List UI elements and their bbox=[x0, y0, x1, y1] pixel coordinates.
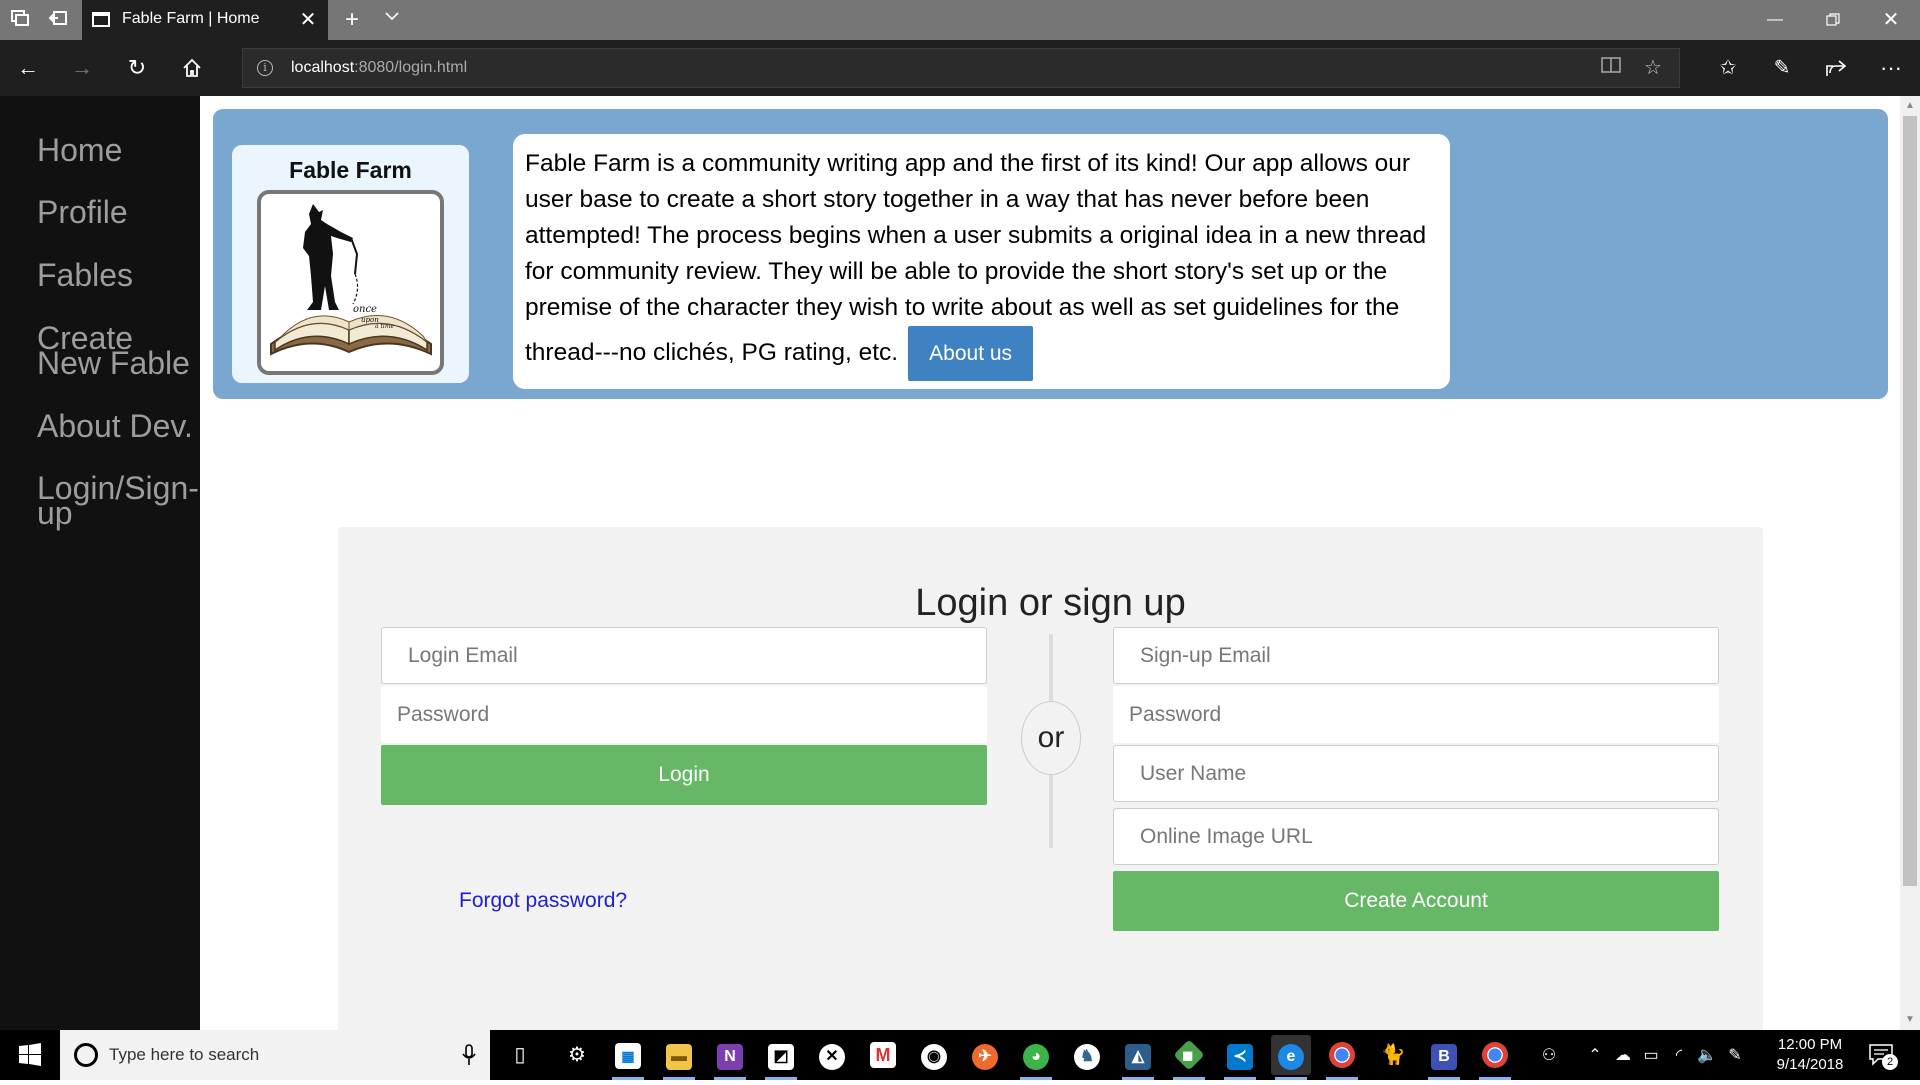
page-scrollbar[interactable]: ▲ ▼ bbox=[1900, 96, 1920, 1030]
login-email-input[interactable] bbox=[381, 627, 987, 684]
mysql-workbench-icon[interactable]: ◭ bbox=[1118, 1035, 1158, 1080]
sidebar-item-login-signup[interactable]: Login/Sign-up bbox=[37, 472, 199, 529]
url-text[interactable]: localhost:8080/login.html bbox=[291, 59, 467, 77]
settings-gear-icon[interactable]: ⚙ bbox=[557, 1035, 597, 1075]
bootstrap-studio-icon[interactable]: B bbox=[1424, 1035, 1464, 1080]
chevron-up-icon[interactable]: ⌃ bbox=[1584, 1045, 1606, 1067]
app-name: Fable Farm bbox=[289, 157, 412, 183]
create-account-button[interactable]: Create Account bbox=[1113, 871, 1719, 931]
clock-date: 9/14/2018 bbox=[1776, 1056, 1844, 1073]
fable-farm-logo: once upon a time bbox=[257, 190, 444, 375]
signup-password-input[interactable] bbox=[1113, 686, 1719, 743]
close-tab-icon[interactable]: ✕ bbox=[296, 8, 320, 32]
browser-title-bar: Fable Farm | Home ✕ + — ✕ bbox=[0, 0, 1920, 40]
battery-icon[interactable]: ▭ bbox=[1640, 1045, 1662, 1067]
signup-email-input[interactable] bbox=[1113, 627, 1719, 684]
xbox-icon[interactable]: ✕ bbox=[812, 1035, 852, 1075]
github-icon[interactable]: ◉ bbox=[914, 1035, 954, 1075]
scroll-down-icon[interactable]: ▼ bbox=[1903, 1013, 1917, 1027]
chrome-icon[interactable] bbox=[1322, 1035, 1362, 1080]
image-url-input[interactable] bbox=[1113, 808, 1719, 865]
or-separator: or bbox=[1021, 701, 1081, 775]
back-icon[interactable]: ← bbox=[12, 52, 44, 84]
page-icon bbox=[92, 12, 110, 27]
reading-view-icon[interactable] bbox=[1599, 56, 1623, 80]
microphone-icon[interactable] bbox=[462, 1044, 476, 1066]
sidebar-item-create-new-fable[interactable]: Create New Fable bbox=[37, 322, 197, 379]
set-tabs-aside-icon[interactable] bbox=[46, 8, 70, 32]
about-us-button[interactable]: About us bbox=[908, 326, 1034, 381]
scroll-up-icon[interactable]: ▲ bbox=[1903, 99, 1917, 113]
sticky-notes-icon[interactable]: ◩ bbox=[761, 1035, 801, 1080]
address-bar[interactable]: i localhost:8080/login.html ☆ bbox=[242, 48, 1680, 88]
chevron-down-icon[interactable] bbox=[380, 8, 404, 32]
login-password-input[interactable] bbox=[381, 686, 987, 743]
notification-count: 2 bbox=[1882, 1054, 1898, 1070]
sidebar-item-fables[interactable]: Fables bbox=[37, 259, 197, 291]
browser-toolbar: ← → ↻ i localhost:8080/login.html ☆ ✩ ✎ … bbox=[0, 40, 1920, 96]
chrome-icon-2[interactable] bbox=[1475, 1035, 1515, 1080]
people-icon[interactable]: ⚇ bbox=[1538, 1045, 1560, 1067]
new-tab-icon[interactable]: + bbox=[340, 8, 364, 32]
auth-heading: Login or sign up bbox=[915, 582, 1186, 624]
sidebar-item-home[interactable]: Home bbox=[37, 134, 197, 166]
pen-workspace-icon[interactable]: ✎ bbox=[1724, 1045, 1746, 1067]
taskbar: Type here to search ▯ ⚙ ▦ ▬ N ◩ ✕ M ◉ ✈ … bbox=[0, 1030, 1920, 1080]
file-explorer-icon[interactable]: ▬ bbox=[659, 1035, 699, 1080]
git-kraken-icon[interactable]: ◆ bbox=[1169, 1035, 1209, 1080]
sidebar-item-about-dev[interactable]: About Dev. bbox=[37, 410, 197, 442]
taskbar-clock[interactable]: 12:00 PM 9/14/2018 bbox=[1760, 1035, 1860, 1075]
store-icon[interactable]: ▦ bbox=[608, 1035, 648, 1080]
wifi-icon[interactable]: ◜ bbox=[1668, 1045, 1690, 1067]
sidebar-item-profile[interactable]: Profile bbox=[37, 196, 197, 228]
forgot-password-link[interactable]: Forgot password? bbox=[459, 889, 627, 913]
svg-text:a time: a time bbox=[375, 323, 395, 330]
postman-icon[interactable]: ✈ bbox=[965, 1035, 1005, 1075]
edge-icon[interactable]: e bbox=[1271, 1035, 1311, 1080]
cat-app-icon[interactable]: 🐈 bbox=[1373, 1035, 1413, 1075]
page-viewport: Home Profile Fables Create New Fable Abo… bbox=[0, 96, 1900, 1030]
onedrive-icon[interactable]: ☁ bbox=[1612, 1045, 1634, 1067]
login-button[interactable]: Login bbox=[381, 745, 987, 805]
home-icon[interactable] bbox=[176, 52, 208, 84]
task-view-icon[interactable]: ▯ bbox=[500, 1035, 540, 1075]
favorite-star-icon[interactable]: ☆ bbox=[1641, 56, 1665, 80]
vscode-icon[interactable]: ≺ bbox=[1220, 1035, 1260, 1080]
app-description: Fable Farm is a community writing app an… bbox=[525, 146, 1438, 381]
search-placeholder: Type here to search bbox=[109, 1045, 260, 1064]
logo-card: Fable Farm once upon a time bbox=[232, 145, 469, 383]
more-icon[interactable]: ··· bbox=[1875, 52, 1907, 84]
action-center-icon[interactable]: 2 bbox=[1868, 1042, 1898, 1070]
username-input[interactable] bbox=[1113, 745, 1719, 802]
tab-title: Fable Farm | Home bbox=[122, 10, 260, 27]
refresh-icon[interactable]: ↻ bbox=[121, 52, 153, 84]
site-info-icon[interactable]: i bbox=[257, 60, 273, 76]
volume-icon[interactable]: 🔈 bbox=[1696, 1045, 1718, 1067]
about-card: Fable Farm is a community writing app an… bbox=[513, 134, 1450, 389]
tab-list-icon[interactable] bbox=[8, 8, 32, 32]
mail-icon[interactable]: M bbox=[863, 1035, 903, 1075]
sidebar: Home Profile Fables Create New Fable Abo… bbox=[0, 96, 200, 1030]
restore-icon[interactable] bbox=[1804, 0, 1862, 40]
taskbar-search-box[interactable]: Type here to search bbox=[60, 1030, 490, 1080]
auth-panel: Login or sign up Login Forgot password? … bbox=[338, 527, 1763, 1030]
web-note-icon[interactable]: ✎ bbox=[1766, 52, 1798, 84]
favorites-icon[interactable]: ✩ bbox=[1712, 52, 1744, 84]
onenote-icon[interactable]: N bbox=[710, 1035, 750, 1080]
svg-text:once: once bbox=[353, 304, 377, 315]
browser-tab[interactable]: Fable Farm | Home ✕ bbox=[82, 0, 328, 40]
close-window-icon[interactable]: ✕ bbox=[1862, 0, 1920, 40]
clock-time: 12:00 PM bbox=[1777, 1036, 1843, 1053]
share-icon[interactable] bbox=[1820, 52, 1852, 84]
forward-icon[interactable]: → bbox=[66, 52, 98, 84]
windows-start-icon[interactable] bbox=[0, 1030, 60, 1080]
cortana-icon[interactable] bbox=[74, 1043, 98, 1067]
hero-banner: Fable Farm once upon a time Fable Farm i… bbox=[213, 109, 1888, 399]
chat-app-icon[interactable]: ◕ bbox=[1016, 1035, 1056, 1080]
postgres-icon[interactable]: ♞ bbox=[1067, 1035, 1107, 1075]
minimize-icon[interactable]: — bbox=[1746, 0, 1804, 40]
scrollbar-thumb[interactable] bbox=[1903, 116, 1917, 886]
